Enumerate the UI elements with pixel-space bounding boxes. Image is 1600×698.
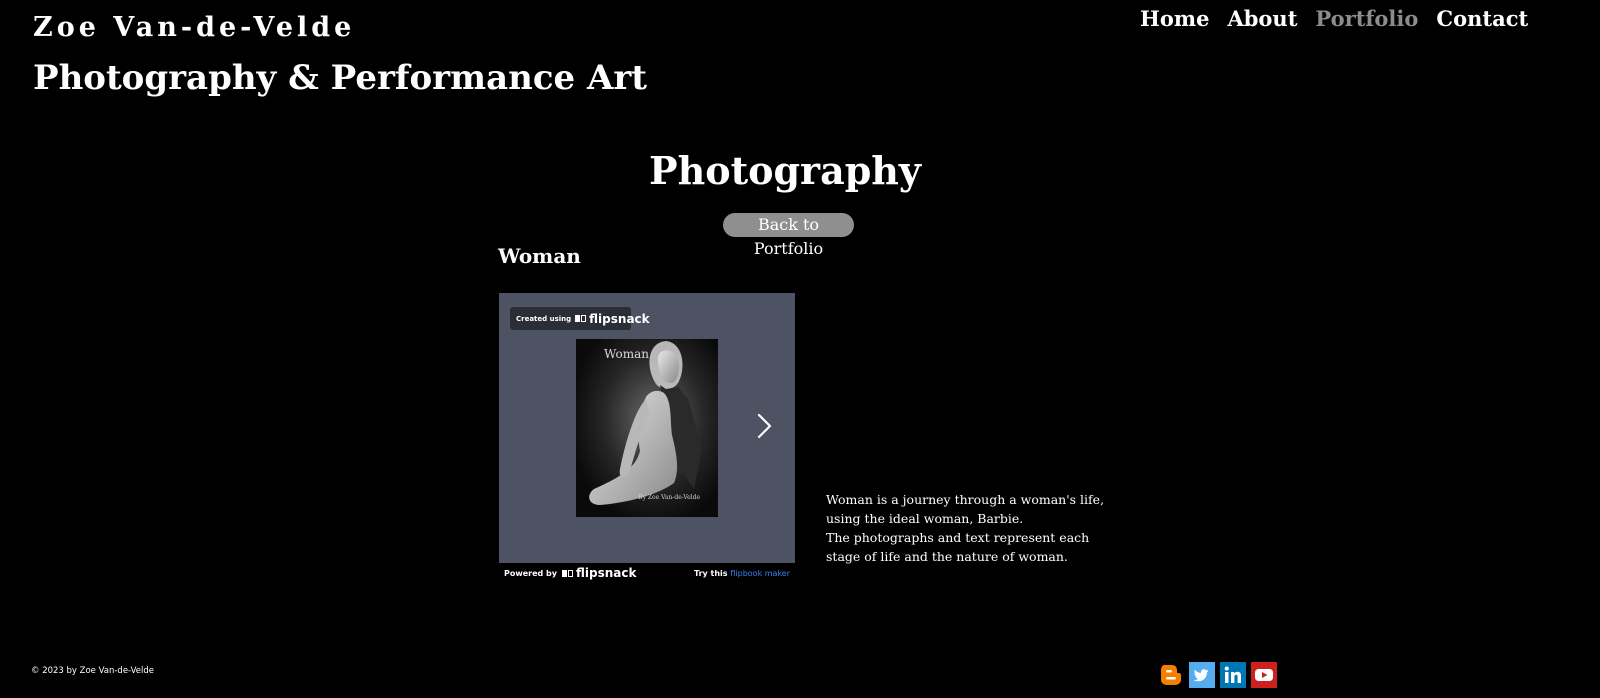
youtube-link[interactable] bbox=[1251, 662, 1277, 688]
flipsnack-brand: flipsnack bbox=[575, 311, 650, 326]
description: Woman is a journey through a woman's lif… bbox=[826, 490, 1105, 566]
site-name[interactable]: Zoe Van-de-Velde bbox=[33, 12, 355, 43]
description-line: The photographs and text represent each bbox=[826, 530, 1090, 545]
try-this: Try this flipbook maker bbox=[694, 569, 790, 578]
blogger-icon bbox=[1161, 665, 1181, 685]
youtube-icon bbox=[1251, 662, 1277, 688]
blogger-link[interactable] bbox=[1158, 662, 1184, 688]
linkedin-icon bbox=[1220, 662, 1246, 688]
description-line: stage of life and the nature of woman. bbox=[826, 549, 1068, 564]
flipbook-embed[interactable]: Created using flipsnack Woman By Zoe Van… bbox=[499, 293, 795, 583]
section-heading: Woman bbox=[498, 244, 581, 268]
cover-title: Woman bbox=[604, 347, 650, 361]
social-links bbox=[1158, 662, 1277, 688]
nav-contact[interactable]: Contact bbox=[1436, 6, 1528, 31]
copyright: © 2023 by Zoe Van-de-Velde bbox=[31, 666, 155, 676]
flipbook-maker-link[interactable]: flipbook maker bbox=[730, 569, 790, 578]
main-nav: Home About Portfolio Contact bbox=[1140, 6, 1528, 31]
nav-home[interactable]: Home bbox=[1140, 6, 1209, 31]
powered-by[interactable]: Powered by flipsnack bbox=[504, 566, 636, 580]
powered-by-label: Powered by bbox=[504, 568, 557, 578]
cover-photo bbox=[576, 339, 718, 517]
flipbook-footer: Powered by flipsnack Try this flipbook m… bbox=[499, 563, 795, 583]
chevron-right-icon[interactable] bbox=[754, 411, 774, 441]
flipsnack-logo-icon bbox=[575, 314, 587, 323]
nav-portfolio[interactable]: Portfolio bbox=[1315, 6, 1418, 31]
description-line: using the ideal woman, Barbie. bbox=[826, 511, 1024, 526]
description-line: Woman is a journey through a woman's lif… bbox=[826, 492, 1105, 507]
created-using-label: Created using bbox=[516, 314, 572, 323]
page-title: Photography bbox=[649, 148, 921, 193]
book-cover[interactable]: Woman By Zoe Van-de-Velde bbox=[576, 339, 718, 517]
flipsnack-footer-logo-icon bbox=[562, 569, 574, 578]
try-this-label: Try this bbox=[694, 568, 728, 578]
flipsnack-brand-name: flipsnack bbox=[589, 311, 650, 326]
twitter-icon bbox=[1189, 662, 1215, 688]
back-to-portfolio-button[interactable]: Back to Portfolio bbox=[723, 213, 854, 258]
flipsnack-footer-brand-name: flipsnack bbox=[576, 566, 637, 580]
flipbook-viewer[interactable]: Created using flipsnack Woman By Zoe Van… bbox=[499, 293, 795, 563]
nav-about[interactable]: About bbox=[1227, 6, 1297, 31]
twitter-link[interactable] bbox=[1189, 662, 1215, 688]
cover-credit: By Zoe Van-de-Velde bbox=[638, 494, 700, 501]
created-using-badge[interactable]: Created using flipsnack bbox=[510, 307, 650, 330]
site-tagline: Photography & Performance Art bbox=[33, 58, 647, 98]
flipsnack-footer-brand: flipsnack bbox=[562, 566, 636, 580]
linkedin-link[interactable] bbox=[1220, 662, 1246, 688]
